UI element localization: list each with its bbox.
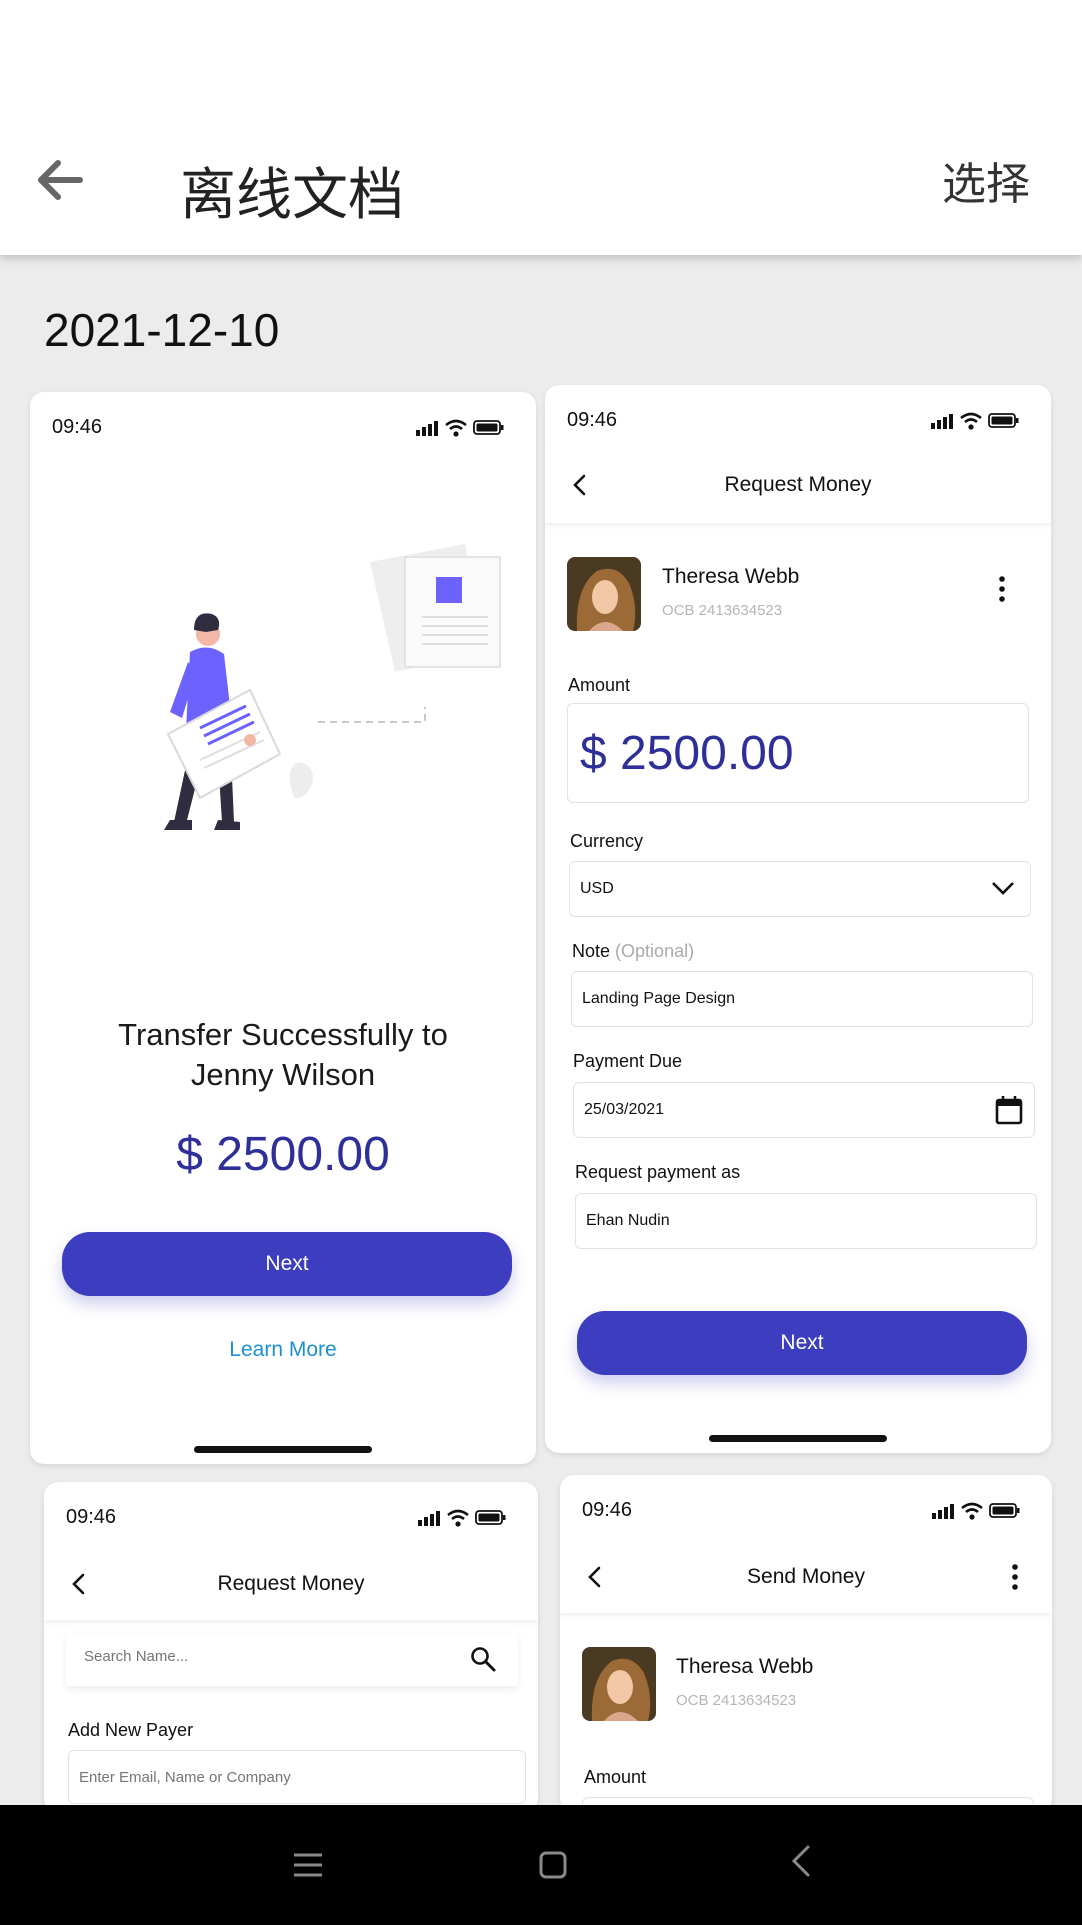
card-title: Request Money: [724, 473, 872, 496]
transfer-amount: $ 2500.00: [176, 1128, 390, 1181]
currency-select[interactable]: USD: [569, 861, 1031, 917]
menu-icon[interactable]: [288, 1845, 328, 1885]
avatar: [567, 557, 641, 631]
select-button[interactable]: 选择: [942, 148, 1030, 212]
battery-icon: [988, 413, 1019, 428]
status-icons: [931, 412, 1019, 430]
doc-card-request-money[interactable]: 09:46 Request Money Theresa Webb OCB 241…: [545, 385, 1051, 1453]
doc-card-send-money[interactable]: 09:46 Send Money Theresa Webb OCB 241363…: [560, 1475, 1052, 1812]
doc-card-transfer-success[interactable]: 09:46 Transfer Successfully to Jenny Wil…: [30, 392, 536, 1464]
status-time: 09:46: [66, 1506, 117, 1528]
search-input[interactable]: [84, 1648, 444, 1665]
chevron-down-icon: [992, 882, 1014, 895]
avatar: [582, 1647, 656, 1721]
payment-due-input[interactable]: 25/03/2021: [573, 1082, 1035, 1138]
amount-label: Amount: [568, 675, 631, 695]
wifi-icon: [961, 1502, 983, 1520]
card-title: Send Money: [747, 1565, 865, 1588]
note-optional-hint: (Optional): [615, 941, 695, 961]
signal-icon: [932, 1504, 954, 1519]
payer-input[interactable]: [68, 1750, 526, 1804]
contact-name: Theresa Webb: [676, 1655, 814, 1678]
contact-account: OCB 2413634523: [662, 602, 783, 619]
success-message-line2: Jenny Wilson: [190, 1057, 376, 1092]
status-icons: [932, 1502, 1020, 1520]
battery-icon: [473, 420, 504, 435]
page-title: 离线文档: [180, 163, 404, 228]
request-as-label: Request payment as: [575, 1162, 741, 1182]
payer-input-field[interactable]: [79, 1768, 499, 1786]
signal-icon: [416, 421, 438, 436]
payment-due-value: 25/03/2021: [584, 1101, 665, 1118]
kebab-menu-icon[interactable]: [1010, 1563, 1020, 1591]
success-message-line1: Transfer Successfully to: [118, 1017, 448, 1052]
wifi-icon: [447, 1509, 469, 1527]
battery-icon: [989, 1503, 1020, 1518]
search-icon[interactable]: [470, 1646, 496, 1672]
card-header: Send Money: [560, 1535, 1052, 1613]
add-new-payer-label: Add New Payer: [68, 1720, 194, 1740]
amount-value: $ 2500.00: [580, 726, 794, 780]
calendar-icon[interactable]: [994, 1094, 1024, 1126]
next-button[interactable]: Next: [577, 1311, 1027, 1375]
contact-account: OCB 2413634523: [676, 1692, 797, 1709]
wifi-icon: [445, 419, 467, 437]
amount-field[interactable]: $ 2500.00: [567, 703, 1029, 803]
status-time: 09:46: [52, 416, 103, 438]
payment-due-label: Payment Due: [573, 1051, 683, 1071]
next-button[interactable]: Next: [62, 1232, 512, 1296]
note-input[interactable]: Landing Page Design: [571, 971, 1033, 1027]
card-header: Request Money: [44, 1542, 538, 1620]
date-group-label: 2021-12-10: [44, 304, 280, 356]
signal-icon: [931, 414, 953, 429]
card-title: Request Money: [217, 1572, 365, 1595]
contact-name: Theresa Webb: [662, 565, 800, 588]
search-bar[interactable]: [66, 1634, 518, 1686]
currency-label: Currency: [570, 831, 644, 851]
request-as-input[interactable]: Ehan Nudin: [575, 1193, 1037, 1249]
card-header: Request Money: [545, 445, 1051, 523]
back-triangle-icon[interactable]: [782, 1841, 822, 1881]
document-illustration: [370, 544, 501, 672]
kebab-menu-icon[interactable]: [997, 575, 1007, 603]
battery-icon: [475, 1510, 506, 1525]
home-indicator: [709, 1435, 887, 1442]
transfer-illustration: [164, 544, 501, 830]
learn-more-link[interactable]: Learn More: [30, 1338, 536, 1362]
wifi-icon: [960, 412, 982, 430]
system-navigation-bar: [0, 1805, 1082, 1925]
signal-icon: [418, 1511, 440, 1526]
person-illustration: [164, 613, 282, 830]
status-time: 09:46: [582, 1499, 633, 1521]
back-arrow-icon[interactable]: [30, 150, 90, 210]
note-label: Note (Optional): [572, 941, 695, 961]
app-header: 离线文档 选择: [0, 0, 1082, 255]
status-icons: [418, 1509, 506, 1527]
home-square-icon[interactable]: [533, 1845, 573, 1885]
home-indicator: [194, 1446, 372, 1453]
doc-card-request-search[interactable]: 09:46 Request Money Add New Payer: [44, 1482, 538, 1812]
amount-label: Amount: [584, 1767, 647, 1787]
currency-value: USD: [580, 880, 614, 897]
status-time: 09:46: [567, 409, 618, 431]
status-icons: [416, 419, 504, 437]
